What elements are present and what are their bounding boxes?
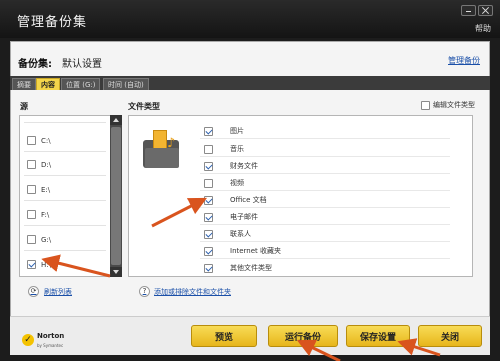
norton-check-icon: ✓ [22,334,34,346]
add-exclude-label: 添加或排除文件和文件夹 [154,287,231,296]
drive-item[interactable]: E:\ [27,185,50,194]
drive-checkbox-h[interactable] [27,260,36,269]
file-type-item[interactable]: 电子邮件 [204,212,258,222]
drives-title: 源 [20,102,28,111]
drive-label: D:\ [41,160,52,169]
file-type-checkbox-music[interactable] [204,144,213,154]
minimize-icon[interactable] [461,5,476,16]
run-backup-button[interactable]: 运行备份 [268,325,338,347]
edit-file-types-label: 编辑文件类型 [433,101,475,109]
file-type-checkbox-other[interactable] [204,263,213,273]
scroll-down-icon[interactable] [110,267,122,277]
drive-item[interactable]: C:\ [27,136,51,145]
edit-file-types-checkbox[interactable] [421,100,430,110]
preview-button[interactable]: 预览 [191,325,257,347]
backup-set-label: 备份集: [18,59,52,70]
window-title: 管理备份集 [17,15,88,30]
drive-checkbox-f[interactable] [27,210,36,219]
drive-label: F:\ [41,210,50,219]
divider [200,190,450,191]
file-type-item[interactable]: 其他文件类型 [204,263,272,273]
file-type-label: Office 文档 [230,196,267,204]
help-link[interactable]: 帮助 [475,23,491,34]
drive-item[interactable]: D:\ [27,160,51,169]
file-type-checkbox-email[interactable] [204,212,213,222]
help-circle-icon: ? [139,286,150,297]
tab-contents[interactable]: 内容 [36,78,60,90]
file-type-item[interactable]: 视频 [204,178,244,188]
drive-item[interactable]: H:\ [27,260,51,269]
drive-list: C:\ D:\ E:\ F:\ G:\ H:\ [19,115,122,277]
scroll-up-icon[interactable] [110,115,122,125]
file-type-item[interactable]: Office 文档 [204,195,267,205]
edit-file-types[interactable]: 编辑文件类型 [421,100,475,110]
norton-sub: by Symantec [37,343,64,348]
divider [24,175,106,176]
divider [200,156,450,157]
drive-item[interactable]: G:\ [27,235,51,244]
divider [24,225,106,226]
file-type-label: 图片 [230,127,244,135]
tab-bar: 摘要 内容 位置 (G:) 时间 (自动) [10,76,490,90]
drive-label: H:\ [41,260,51,269]
refresh-icon: ⟳ [28,286,39,297]
file-type-label: Internet 收藏夹 [230,247,282,255]
manage-backup-link[interactable]: 管理备份 [448,55,480,66]
divider [200,207,450,208]
file-type-label: 财务文件 [230,162,258,170]
file-type-label: 电子邮件 [230,213,258,221]
drive-label: G:\ [41,235,52,244]
tab-schedule[interactable]: 时间 (自动) [103,78,149,90]
divider [200,258,450,259]
file-type-checkbox-office[interactable] [204,195,213,205]
file-type-checkbox-contacts[interactable] [204,229,213,239]
file-type-label: 音乐 [230,145,244,153]
file-types-title: 文件类型 [128,102,160,111]
divider [24,122,106,123]
file-type-item[interactable]: 联系人 [204,229,251,239]
drive-checkbox-c[interactable] [27,136,36,145]
divider [200,241,450,242]
tab-summary[interactable]: 摘要 [12,78,36,90]
file-type-item[interactable]: 图片 [204,126,244,136]
scroll-thumb[interactable] [111,127,121,265]
drive-item[interactable]: F:\ [27,210,49,219]
file-type-item[interactable]: 财务文件 [204,161,258,171]
file-type-label: 其他文件类型 [230,264,272,272]
refresh-list-link[interactable]: ⟳ 刷新列表 [28,286,72,297]
divider [200,138,450,139]
file-type-item[interactable]: Internet 收藏夹 [204,246,281,256]
backup-set-name: 默认设置 [62,59,102,70]
close-button[interactable]: 关闭 [418,325,482,347]
norton-brand: Norton [37,332,65,340]
file-type-label: 视频 [230,179,244,187]
drive-checkbox-g[interactable] [27,235,36,244]
file-type-checkbox-pictures[interactable] [204,126,213,136]
title-bar: 管理备份集 帮助 [0,0,500,38]
refresh-list-label: 刷新列表 [44,287,72,296]
divider [24,250,106,251]
file-folder-icon: ♪ [143,130,183,170]
file-type-checkbox-favorites[interactable] [204,246,213,256]
drive-checkbox-e[interactable] [27,185,36,194]
divider [200,173,450,174]
norton-logo: ✓ Norton by Symantec [22,331,64,349]
divider [24,200,106,201]
divider [200,224,450,225]
drive-label: E:\ [41,185,51,194]
drive-checkbox-d[interactable] [27,160,36,169]
file-type-checkbox-financial[interactable] [204,161,213,171]
add-exclude-link[interactable]: ? 添加或排除文件和文件夹 [139,286,231,297]
tab-location[interactable]: 位置 (G:) [61,78,101,90]
file-type-item[interactable]: 音乐 [204,144,244,154]
file-type-label: 联系人 [230,230,251,238]
save-settings-button[interactable]: 保存设置 [346,325,410,347]
drive-label: C:\ [41,136,51,145]
drive-list-scrollbar[interactable] [110,115,122,277]
divider [24,151,106,152]
file-type-checkbox-video[interactable] [204,178,213,188]
close-icon[interactable] [478,5,493,16]
